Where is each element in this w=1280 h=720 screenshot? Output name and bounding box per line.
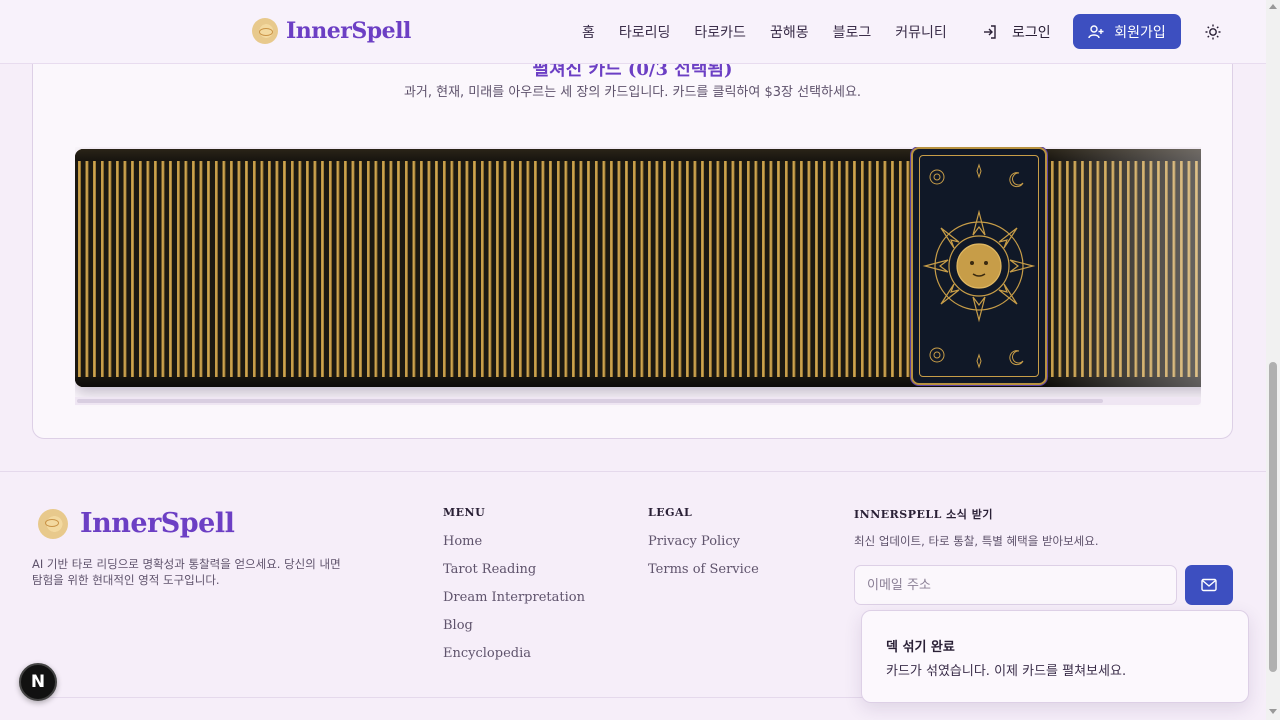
sun-face-emblem-icon [922, 163, 1036, 369]
top-header: InnerSpell 홈 타로리딩 타로카드 꿈해몽 블로그 커뮤니티 로그인 … [0, 0, 1266, 64]
scroll-down-arrow-icon[interactable] [1269, 709, 1277, 714]
scroll-up-arrow-icon[interactable] [1269, 4, 1277, 9]
footer-link-encyclopedia[interactable]: Encyclopedia [443, 646, 531, 661]
page-scroll-thumb[interactable] [1269, 362, 1277, 672]
nav-home[interactable]: 홈 [582, 22, 595, 42]
footer-link-blog[interactable]: Blog [443, 618, 473, 633]
deck-scrollbar-thumb[interactable] [77, 399, 1103, 403]
tarot-card-back[interactable] [911, 147, 1047, 385]
eye-logo-icon [252, 18, 278, 44]
page-vertical-scrollbar[interactable] [1266, 0, 1280, 720]
signup-button[interactable]: 회원가입 [1073, 14, 1181, 49]
shuffle-complete-toast[interactable]: 덱 섞기 완료 카드가 섞였습니다. 이제 카드를 펼쳐보세요. [861, 610, 1249, 703]
brand-logo[interactable]: InnerSpell [252, 18, 411, 44]
footer-link-home[interactable]: Home [443, 534, 482, 549]
nav-tarot-cards[interactable]: 타로카드 [694, 22, 746, 42]
signup-label: 회원가입 [1114, 24, 1166, 41]
nav-community[interactable]: 커뮤니티 [895, 22, 947, 42]
newsletter-email-input[interactable] [854, 565, 1177, 605]
eye-logo-icon [38, 508, 68, 539]
toast-message: 카드가 섞였습니다. 이제 카드를 펼쳐보세요. [886, 664, 1127, 679]
footer-brand-name: InnerSpell [80, 508, 235, 539]
footer-link-terms[interactable]: Terms of Service [648, 562, 759, 577]
newsletter-heading: INNERSPELL 소식 받기 [854, 508, 993, 521]
card-deck-scroll-area[interactable] [75, 147, 1201, 407]
nav-dream-interpretation[interactable]: 꿈해몽 [770, 22, 809, 42]
login-button[interactable]: 로그인 [982, 22, 1051, 42]
tarot-spread-panel: 펼쳐진 카드 (0/3 선택됨) 과거, 현재, 미래를 아우르는 세 장의 카… [32, 20, 1233, 439]
mail-icon [1201, 578, 1217, 592]
sun-icon[interactable] [1204, 23, 1222, 41]
user-plus-icon [1088, 24, 1104, 38]
footer-link-privacy[interactable]: Privacy Policy [648, 534, 740, 549]
footer-link-tarot-reading[interactable]: Tarot Reading [443, 562, 536, 577]
footer-link-dream-interpretation[interactable]: Dream Interpretation [443, 590, 585, 605]
login-icon [984, 25, 996, 39]
main-nav: 홈 타로리딩 타로카드 꿈해몽 블로그 커뮤니티 [582, 22, 947, 42]
footer-brand-logo[interactable]: InnerSpell [38, 508, 235, 539]
spread-subtitle: 과거, 현재, 미래를 아우르는 세 장의 카드입니다. 카드를 클릭하여 $3… [403, 85, 862, 100]
deck-fade-overlay [1045, 149, 1201, 387]
brand-name: InnerSpell [286, 18, 411, 44]
newsletter-submit-button[interactable] [1185, 565, 1233, 605]
login-label: 로그인 [1012, 25, 1051, 41]
footer-description: AI 기반 타로 리딩으로 명확성과 통찰력을 얻으세요. 당신의 내면 탐험을… [32, 557, 341, 587]
newsletter-subtitle: 최신 업데이트, 타로 통찰, 특별 혜택을 받아보세요. [854, 534, 1099, 548]
nav-tarot-reading[interactable]: 타로리딩 [619, 22, 671, 42]
menu-heading: MENU [443, 506, 486, 519]
toast-title: 덱 섞기 완료 [886, 640, 955, 655]
deck-horizontal-scrollbar[interactable] [75, 397, 1201, 405]
nextjs-dev-badge[interactable]: N [19, 663, 57, 701]
legal-heading: LEGAL [648, 506, 693, 519]
nav-blog[interactable]: 블로그 [833, 22, 872, 42]
